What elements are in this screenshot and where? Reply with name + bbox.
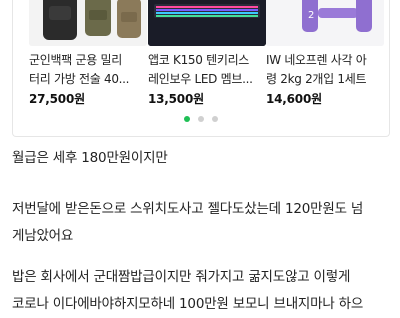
carousel-pager: [13, 116, 389, 124]
product-title[interactable]: 앱코 K150 텐키리스 레인보우 LED 멤브...: [148, 51, 266, 89]
product-price: 14,600원: [266, 92, 322, 106]
product-carousel: 군인백팩 군용 밀리 터리 가방 전술 40... 27,500원 앱코 K15…: [12, 0, 390, 137]
body-paragraph: 밥은 회사에서 군대짬밥급이지만 줘가지고 굶지도않고 이렇게 코로나 이다에바…: [12, 269, 364, 312]
svg-text:2: 2: [308, 10, 314, 21]
product-card[interactable]: 2 IW 네오프렌 사각 아 령 2kg 2개입 1세트 14,600원: [266, 0, 384, 112]
product-price: 13,500원: [148, 92, 204, 106]
product-title[interactable]: 군인백팩 군용 밀리 터리 가방 전술 40...: [29, 51, 147, 89]
product-image[interactable]: 2: [266, 0, 384, 46]
product-title[interactable]: IW 네오프렌 사각 아 령 2kg 2개입 1세트: [266, 51, 384, 89]
pager-dot[interactable]: [212, 116, 218, 122]
product-card[interactable]: 앱코 K150 텐키리스 레인보우 LED 멤브... 13,500원: [148, 0, 266, 112]
product-card[interactable]: 군인백팩 군용 밀리 터리 가방 전술 40... 27,500원: [29, 0, 147, 112]
pager-dot[interactable]: [198, 116, 204, 122]
body-paragraph: 월급은 세후 180만원이지만: [12, 150, 168, 166]
pager-dot-active[interactable]: [184, 116, 190, 122]
product-image[interactable]: [29, 0, 147, 46]
body-paragraph: 저번달에 받은돈으로 스위치도사고 젤다도샀는데 120만원도 넘 게남았어요: [12, 201, 364, 244]
product-image[interactable]: [148, 0, 266, 46]
product-price: 27,500원: [29, 92, 85, 106]
